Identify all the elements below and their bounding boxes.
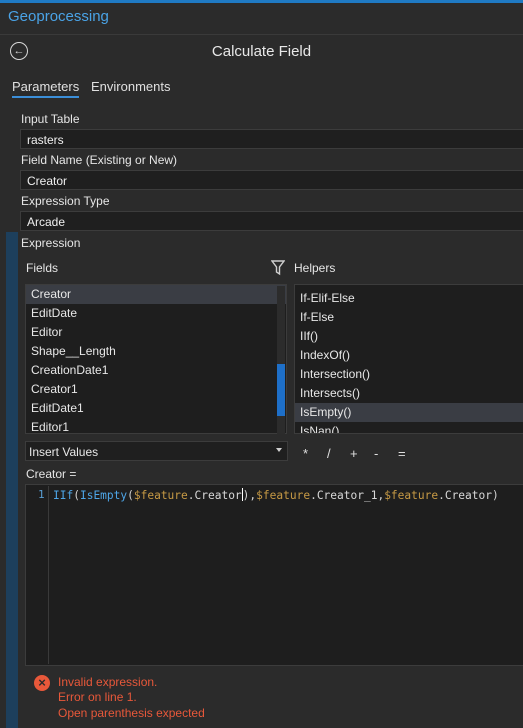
- tab-environments[interactable]: Environments: [91, 79, 170, 94]
- list-item[interactable]: Creator: [26, 285, 286, 304]
- code-token: Creator_1: [316, 489, 378, 502]
- list-item[interactable]: If-Elif-Else: [295, 289, 523, 308]
- list-item[interactable]: Creator1: [26, 380, 286, 399]
- code-token: .: [438, 489, 445, 502]
- fields-scrollbar-thumb[interactable]: [277, 364, 285, 416]
- list-item[interactable]: IsEmpty(): [295, 403, 523, 422]
- code-token: IsEmpty: [79, 489, 128, 502]
- expression-section-indicator: [6, 232, 18, 728]
- list-item[interactable]: If-Else: [295, 308, 523, 327]
- list-item[interactable]: EditDate1: [26, 399, 286, 418]
- operator-multiply-button[interactable]: *: [303, 446, 308, 461]
- code-token: $feature: [133, 489, 188, 502]
- error-detail-reason: Open parenthesis expected: [58, 706, 205, 720]
- expression-type-select[interactable]: Arcade: [20, 211, 523, 231]
- chevron-down-icon: [276, 448, 282, 452]
- top-accent-bar: [0, 0, 523, 3]
- input-table-label: Input Table: [21, 112, 80, 126]
- code-token: Creator: [194, 489, 242, 502]
- list-item[interactable]: EditDate: [26, 304, 286, 323]
- code-token: IIf: [53, 489, 74, 502]
- code-token: $feature: [256, 489, 311, 502]
- list-item[interactable]: IIf(): [295, 327, 523, 346]
- error-detail-line: Error on line 1.: [58, 690, 137, 704]
- insert-values-dropdown[interactable]: Insert Values: [25, 441, 288, 461]
- filter-icon[interactable]: [271, 260, 285, 276]
- field-name-field[interactable]: Creator: [20, 170, 523, 190]
- code-token: .: [187, 489, 195, 502]
- code-token: $feature: [384, 489, 439, 502]
- operator-minus-button[interactable]: -: [374, 446, 378, 461]
- list-item[interactable]: IndexOf(): [295, 346, 523, 365]
- insert-values-value: Insert Values: [29, 445, 99, 459]
- code-token: Creator: [444, 489, 492, 502]
- operator-plus-button[interactable]: +: [350, 446, 358, 461]
- code-token: (: [73, 489, 80, 502]
- error-icon: ×: [34, 675, 50, 691]
- list-item[interactable]: Editor: [26, 323, 286, 342]
- fields-list[interactable]: Creator EditDate Editor Shape__Length Cr…: [25, 284, 287, 434]
- editor-gutter-divider: [48, 486, 49, 664]
- tab-parameters[interactable]: Parameters: [12, 79, 80, 98]
- list-item[interactable]: IsNan(): [295, 422, 523, 433]
- code-token: (: [127, 489, 134, 502]
- code-token: ): [491, 489, 499, 502]
- line-number: 1: [38, 488, 45, 501]
- list-item[interactable]: Intersection(): [295, 365, 523, 384]
- pane-title: Geoprocessing: [8, 8, 109, 25]
- helpers-list[interactable]: If-Elif-Else If-Else IIf() IndexOf() Int…: [294, 284, 523, 434]
- list-item[interactable]: Shape__Length: [26, 342, 286, 361]
- expression-target-label: Creator =: [26, 467, 77, 481]
- error-message: Invalid expression.: [58, 675, 158, 689]
- input-table-field[interactable]: rasters: [20, 129, 523, 149]
- tool-title: Calculate Field: [211, 43, 312, 60]
- operator-divide-button[interactable]: /: [327, 446, 331, 461]
- field-name-label: Field Name (Existing or New): [21, 153, 178, 167]
- helpers-label: Helpers: [294, 261, 336, 275]
- expression-code[interactable]: IIf(IsEmpty($feature.Creator),$feature.C…: [53, 488, 499, 502]
- expression-label: Expression: [21, 236, 81, 250]
- expression-type-label: Expression Type: [21, 194, 110, 208]
- code-token: .: [310, 489, 317, 502]
- list-item[interactable]: Editor1: [26, 418, 286, 433]
- list-item[interactable]: Intersects(): [295, 384, 523, 403]
- expression-editor[interactable]: [25, 484, 523, 666]
- fields-label: Fields: [26, 261, 59, 275]
- list-item[interactable]: CreationDate1: [26, 361, 286, 380]
- operator-equals-button[interactable]: =: [398, 446, 406, 461]
